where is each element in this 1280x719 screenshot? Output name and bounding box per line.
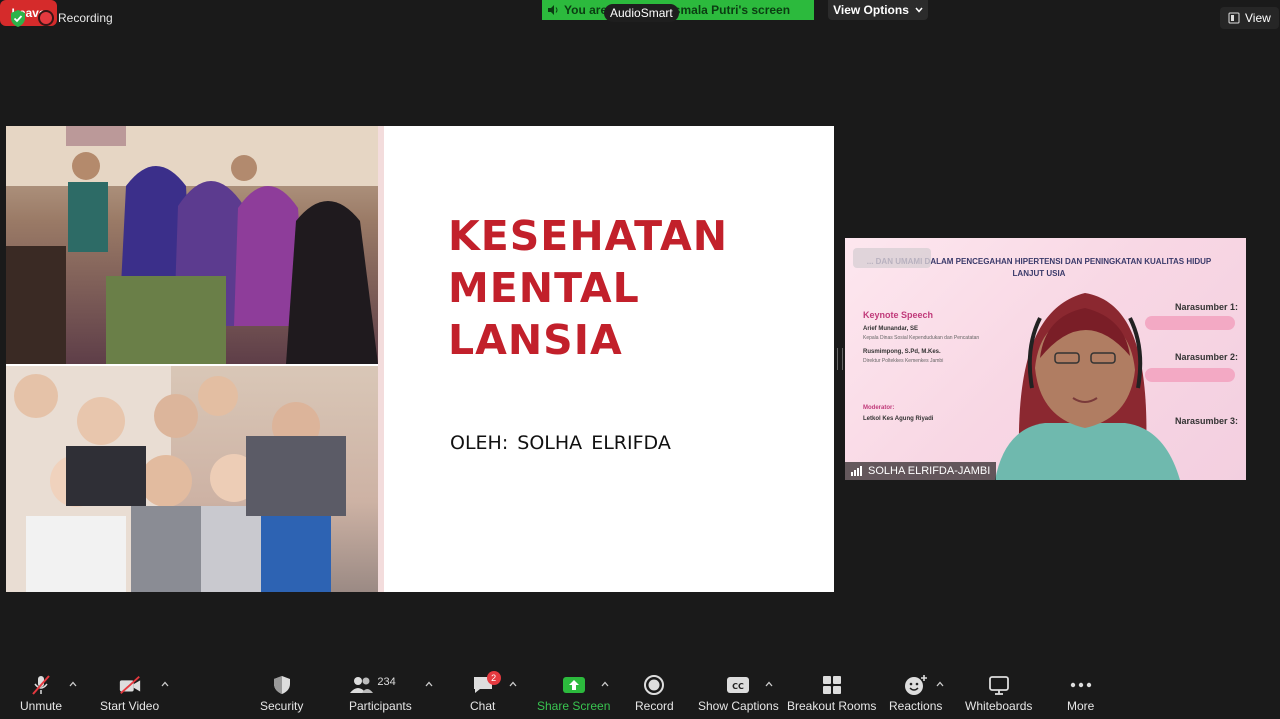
chat-unread-badge: 2 xyxy=(486,671,501,685)
more-label: More xyxy=(1067,699,1095,713)
share-screen-icon xyxy=(562,674,586,696)
recording-indicator[interactable]: Recording xyxy=(40,11,113,25)
participants-count: 234 xyxy=(377,676,396,688)
recording-dot-icon xyxy=(40,12,52,24)
participant-name-tag: SOLHA ELRIFDA-JAMBI xyxy=(845,462,997,480)
view-button[interactable]: View xyxy=(1220,7,1279,29)
start-video-label: Start Video xyxy=(100,699,160,713)
elderly-women-photo xyxy=(6,126,378,364)
record-label: Record xyxy=(635,699,674,713)
slide-divider-stripe xyxy=(378,126,384,592)
more-button[interactable]: More xyxy=(1067,674,1094,718)
record-button[interactable]: Record xyxy=(635,674,674,718)
start-video-button[interactable]: Start Video xyxy=(100,674,159,718)
security-shield-icon xyxy=(270,674,294,696)
video-options-caret-icon[interactable] xyxy=(161,680,169,688)
unmute-label: Unmute xyxy=(20,699,63,713)
signal-strength-icon xyxy=(851,466,862,476)
breakout-rooms-label: Breakout Rooms xyxy=(787,699,877,713)
video-off-icon xyxy=(118,674,142,696)
breakout-rooms-button[interactable]: Breakout Rooms xyxy=(787,674,876,718)
reactions-caret-icon[interactable] xyxy=(936,680,944,688)
elderly-group-thumbs-up-photo xyxy=(6,366,378,592)
share-screen-caret-icon[interactable] xyxy=(601,680,609,688)
shared-slide: KESEHATAN MENTAL LANSIA OLEH: SOLHA ELRI… xyxy=(6,126,834,592)
speaker-video-tile[interactable]: ... DAN UMAMI DALAM PENCEGAHAN HIPERTENS… xyxy=(845,238,1246,480)
audio-options-caret-icon[interactable] xyxy=(69,680,77,688)
breakout-rooms-grid-icon xyxy=(820,674,844,696)
muted-microphone-icon xyxy=(29,674,53,696)
unmute-button[interactable]: Unmute xyxy=(20,674,62,718)
whiteboards-button[interactable]: Whiteboards xyxy=(965,674,1032,718)
whiteboard-icon xyxy=(987,674,1011,696)
participant-name: SOLHA ELRIFDA-JAMBI xyxy=(868,465,991,477)
panel-resize-handle[interactable] xyxy=(837,348,843,370)
chat-button[interactable]: 2 Chat xyxy=(470,671,501,718)
audiosmart-overlay[interactable]: AudioSmart xyxy=(604,4,679,22)
captions-caret-icon[interactable] xyxy=(765,680,773,688)
closed-captions-icon: CC xyxy=(726,674,750,696)
participants-label: Participants xyxy=(349,699,412,713)
share-screen-button[interactable]: Share Screen xyxy=(537,674,610,718)
encryption-shield-icon[interactable] xyxy=(10,10,26,27)
chat-label: Chat xyxy=(470,699,496,713)
view-label: View xyxy=(1245,11,1271,25)
smiley-plus-icon xyxy=(904,674,928,696)
whiteboards-label: Whiteboards xyxy=(965,699,1033,713)
reactions-button[interactable]: Reactions xyxy=(889,674,942,718)
participants-icon-group: 234 xyxy=(350,674,410,696)
chat-bubble-icon: 2 xyxy=(471,671,501,696)
view-options-label: View Options xyxy=(833,3,909,17)
chevron-down-icon xyxy=(915,7,923,13)
share-screen-label: Share Screen xyxy=(537,699,611,713)
show-captions-label: Show Captions xyxy=(698,699,779,713)
slide-author: OLEH: SOLHA ELRIFDA xyxy=(450,432,671,454)
chat-caret-icon[interactable] xyxy=(509,680,517,688)
participants-caret-icon[interactable] xyxy=(425,680,433,688)
speaker-figure xyxy=(853,248,1235,480)
participants-button[interactable]: 234 Participants xyxy=(349,674,412,718)
reactions-label: Reactions xyxy=(889,699,943,713)
more-dots-icon xyxy=(1069,674,1093,696)
people-icon xyxy=(350,677,374,693)
grid-view-icon xyxy=(1228,12,1240,24)
svg-text:CC: CC xyxy=(732,682,744,691)
security-label: Security xyxy=(260,699,304,713)
speaker-icon xyxy=(548,5,558,15)
slide-title: KESEHATAN MENTAL LANSIA xyxy=(448,212,729,364)
audiosmart-label: AudioSmart xyxy=(610,6,673,20)
record-icon xyxy=(642,674,666,696)
security-button[interactable]: Security xyxy=(260,674,303,718)
view-options-button[interactable]: View Options xyxy=(828,0,928,20)
recording-label: Recording xyxy=(58,11,113,25)
